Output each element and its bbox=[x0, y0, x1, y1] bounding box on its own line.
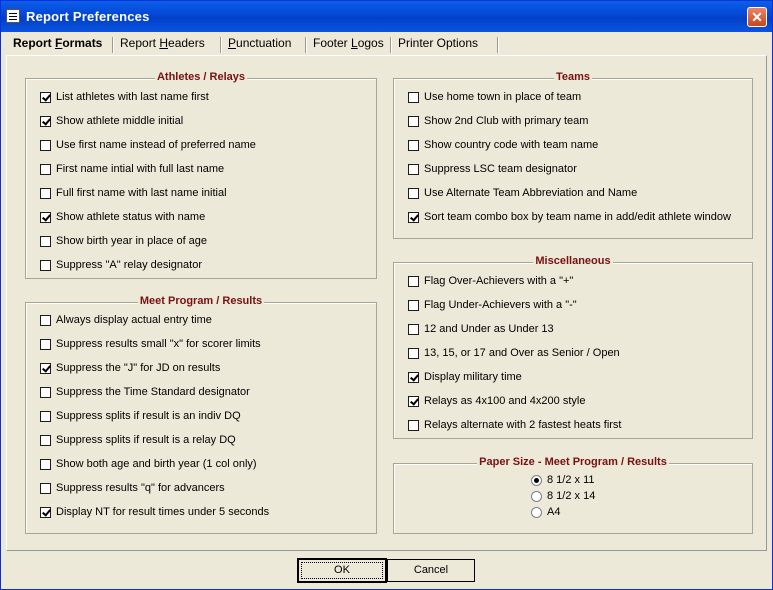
app-icon bbox=[6, 9, 20, 23]
group-title: Meet Program / Results bbox=[137, 295, 265, 307]
checkbox-checked[interactable] bbox=[40, 507, 51, 518]
radio-label: A4 bbox=[547, 506, 561, 518]
window-title: Report Preferences bbox=[26, 9, 150, 24]
tab-footer-logos[interactable]: Footer Logos bbox=[313, 35, 384, 53]
checkbox-checked[interactable] bbox=[408, 372, 419, 383]
tab-punctuation[interactable]: Punctuation bbox=[228, 35, 291, 53]
checkbox-unchecked[interactable] bbox=[408, 140, 419, 151]
checkbox-unchecked[interactable] bbox=[408, 188, 419, 199]
checkbox-label: Flag Over-Achievers with a "+" bbox=[424, 275, 574, 287]
checkbox-unchecked[interactable] bbox=[408, 300, 419, 311]
checkbox-label: Show birth year in place of age bbox=[56, 235, 208, 247]
group-title: Miscellaneous bbox=[533, 255, 613, 267]
checkbox-label: Suppress the "J" for JD on results bbox=[56, 362, 221, 374]
group-title: Athletes / Relays bbox=[154, 71, 248, 83]
checkbox-unchecked[interactable] bbox=[408, 164, 419, 175]
checkbox-label: First name intial with full last name bbox=[56, 163, 225, 175]
checkbox-label: Show athlete middle initial bbox=[56, 115, 184, 127]
checkbox-unchecked[interactable] bbox=[408, 92, 419, 103]
radio-label: 8 1/2 x 11 bbox=[547, 474, 595, 486]
checkbox-label: Show country code with team name bbox=[424, 139, 599, 151]
tab-separator bbox=[305, 37, 307, 53]
checkbox-unchecked[interactable] bbox=[408, 276, 419, 287]
checkbox-unchecked[interactable] bbox=[40, 411, 51, 422]
group-paper-size: Paper Size - Meet Program / Results 8 1/… bbox=[393, 456, 753, 534]
tab-report-formats[interactable]: Report Formats bbox=[13, 35, 102, 53]
checkbox-label: Always display actual entry time bbox=[56, 314, 212, 326]
checkbox-label: Suppress splits if result is a relay DQ bbox=[56, 434, 236, 446]
checkbox-label: Suppress splits if result is an indiv DQ bbox=[56, 410, 241, 422]
checkbox-label: Display military time bbox=[424, 371, 522, 383]
checkbox-unchecked[interactable] bbox=[408, 324, 419, 335]
checkbox-label: Full first name with last name initial bbox=[56, 187, 227, 199]
checkbox-unchecked[interactable] bbox=[40, 315, 51, 326]
tab-separator bbox=[497, 37, 499, 53]
checkbox-label: Sort team combo box by team name in add/… bbox=[424, 211, 731, 223]
title-bar[interactable]: Report Preferences ✕ bbox=[1, 1, 772, 32]
checkbox-label: Display NT for result times under 5 seco… bbox=[56, 506, 270, 518]
checkbox-checked[interactable] bbox=[40, 116, 51, 127]
checkbox-unchecked[interactable] bbox=[40, 339, 51, 350]
tab-separator bbox=[112, 37, 114, 53]
checkbox-label: List athletes with last name first bbox=[56, 91, 209, 103]
checkbox-label: Suppress results "q" for advancers bbox=[56, 482, 225, 494]
checkbox-checked[interactable] bbox=[40, 212, 51, 223]
tab-report-headers[interactable]: Report Headers bbox=[120, 35, 205, 53]
checkbox-unchecked[interactable] bbox=[408, 348, 419, 359]
group-teams: Teams Use home town in place of team Show… bbox=[393, 71, 753, 239]
report-preferences-window: Report Preferences ✕ Report Formats Repor… bbox=[0, 0, 773, 590]
checkbox-unchecked[interactable] bbox=[40, 459, 51, 470]
group-miscellaneous: Miscellaneous Flag Over-Achievers with a… bbox=[393, 255, 753, 439]
checkbox-unchecked[interactable] bbox=[40, 188, 51, 199]
close-button[interactable]: ✕ bbox=[747, 7, 767, 27]
cancel-button-label: Cancel bbox=[413, 564, 449, 576]
radio-unselected[interactable] bbox=[531, 507, 542, 518]
checkbox-unchecked[interactable] bbox=[408, 116, 419, 127]
tab-separator bbox=[220, 37, 222, 53]
checkbox-label: Suppress the Time Standard designator bbox=[56, 386, 250, 398]
checkbox-unchecked[interactable] bbox=[408, 420, 419, 431]
group-athletes-relays: Athletes / Relays List athletes with las… bbox=[25, 71, 377, 279]
ok-button-label: OK bbox=[301, 562, 383, 579]
checkbox-checked[interactable] bbox=[40, 92, 51, 103]
tab-separator bbox=[390, 37, 392, 53]
checkbox-label: Show athlete status with name bbox=[56, 211, 206, 223]
checkbox-label: Use Alternate Team Abbreviation and Name bbox=[424, 187, 638, 199]
checkbox-label: Suppress LSC team designator bbox=[424, 163, 577, 175]
group-title: Paper Size - Meet Program / Results bbox=[477, 456, 669, 468]
checkbox-unchecked[interactable] bbox=[40, 483, 51, 494]
checkbox-label: 13, 15, or 17 and Over as Senior / Open bbox=[424, 347, 620, 359]
checkbox-unchecked[interactable] bbox=[40, 387, 51, 398]
group-meet-program-results: Meet Program / Results Always display ac… bbox=[25, 295, 377, 534]
checkbox-checked[interactable] bbox=[408, 212, 419, 223]
group-title: Teams bbox=[553, 71, 593, 83]
checkbox-label: Show both age and birth year (1 col only… bbox=[56, 458, 257, 470]
checkbox-label: Show 2nd Club with primary team bbox=[424, 115, 589, 127]
cancel-button[interactable]: Cancel bbox=[387, 559, 475, 582]
ok-button[interactable]: OK bbox=[297, 558, 387, 583]
checkbox-label: Relays as 4x100 and 4x200 style bbox=[424, 395, 586, 407]
checkbox-label: Suppress "A" relay designator bbox=[56, 259, 202, 271]
radio-label: 8 1/2 x 14 bbox=[547, 490, 596, 502]
checkbox-unchecked[interactable] bbox=[40, 140, 51, 151]
checkbox-label: Use home town in place of team bbox=[424, 91, 582, 103]
checkbox-checked[interactable] bbox=[40, 363, 51, 374]
checkbox-label: Use first name instead of preferred name bbox=[56, 139, 256, 151]
radio-selected[interactable] bbox=[531, 475, 542, 486]
checkbox-label: Flag Under-Achievers with a "-" bbox=[424, 299, 577, 311]
tab-printer-options[interactable]: Printer Options bbox=[398, 35, 478, 53]
radio-unselected[interactable] bbox=[531, 491, 542, 502]
checkbox-unchecked[interactable] bbox=[40, 260, 51, 271]
checkbox-unchecked[interactable] bbox=[40, 435, 51, 446]
checkbox-checked[interactable] bbox=[408, 396, 419, 407]
checkbox-label: Relays alternate with 2 fastest heats fi… bbox=[424, 419, 622, 431]
checkbox-unchecked[interactable] bbox=[40, 164, 51, 175]
tab-panel-report-formats: Athletes / Relays List athletes with las… bbox=[6, 55, 767, 551]
checkbox-unchecked[interactable] bbox=[40, 236, 51, 247]
checkbox-label: Suppress results small "x" for scorer li… bbox=[56, 338, 261, 350]
checkbox-label: 12 and Under as Under 13 bbox=[424, 323, 554, 335]
